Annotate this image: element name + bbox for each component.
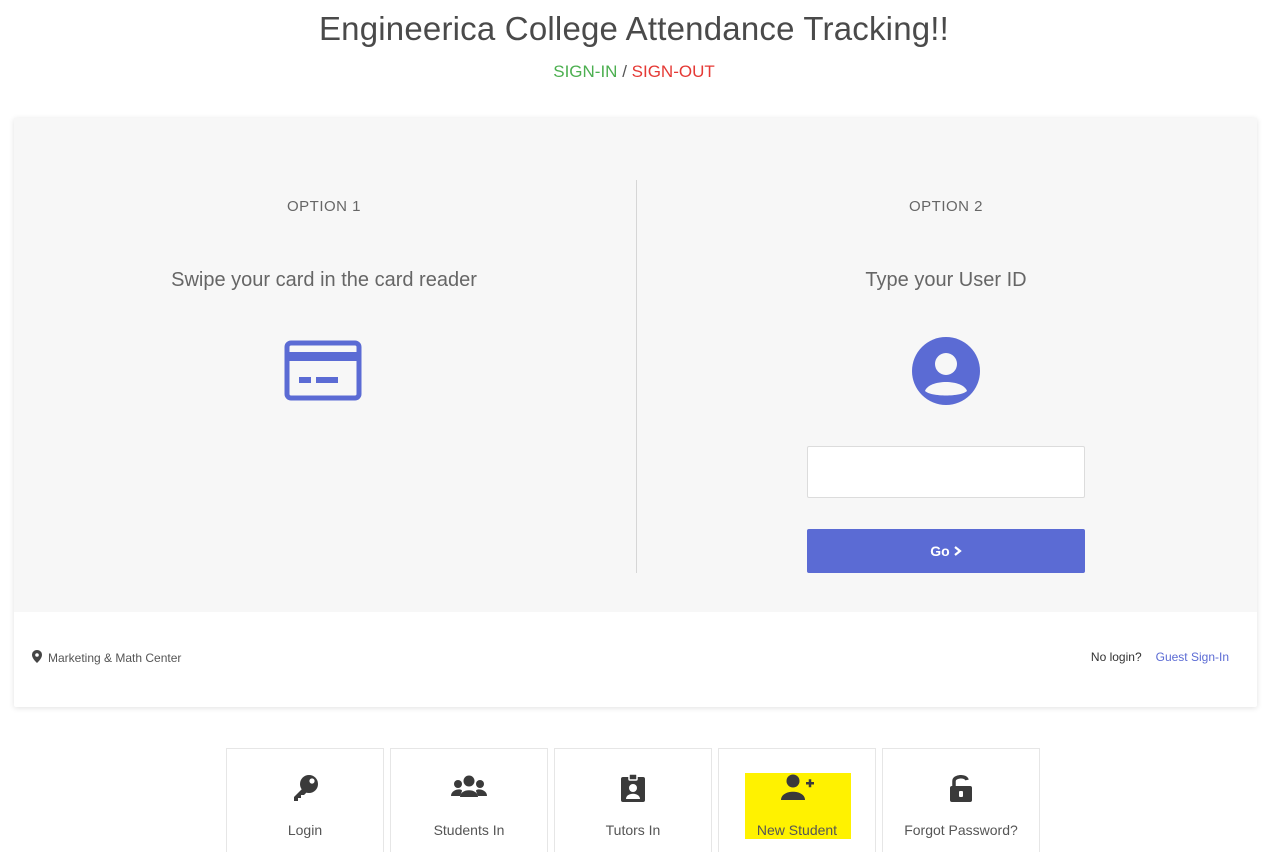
go-button[interactable]: Go: [807, 529, 1085, 573]
page-title: Engineerica College Attendance Tracking!…: [318, 10, 950, 47]
forgot-password-tile[interactable]: Forgot Password?: [882, 748, 1040, 852]
tile-label: New Student: [756, 822, 838, 838]
account-circle-icon: [911, 336, 981, 411]
tile-label: Login: [287, 822, 323, 838]
guest-login: No login? Guest Sign-In: [1091, 650, 1229, 664]
go-button-label: Go: [930, 543, 950, 559]
users-icon: [391, 773, 547, 801]
options-divider: [636, 180, 637, 573]
sign-in-label: SIGN-IN: [553, 62, 618, 81]
option1-label: OPTION 1: [286, 198, 361, 215]
options-area: OPTION 1 Swipe your card in the card rea…: [14, 118, 1257, 612]
sign-in-panel: OPTION 1 Swipe your card in the card rea…: [14, 118, 1257, 707]
id-badge-icon: [555, 773, 711, 803]
new-student-tile[interactable]: New Student: [718, 748, 876, 852]
no-login-text: No login?: [1090, 650, 1142, 664]
key-icon: [227, 773, 383, 803]
chevron-right-icon: [953, 543, 962, 559]
user-id-input[interactable]: [807, 446, 1085, 498]
user-plus-icon: [719, 773, 875, 801]
map-marker-icon: [32, 650, 42, 666]
option1-instruction: Swipe your card in the card reader: [171, 269, 477, 291]
login-tile[interactable]: Login: [226, 748, 384, 852]
sign-separator: /: [617, 62, 632, 81]
tile-label: Forgot Password?: [904, 822, 1018, 838]
tile-label: Students In: [433, 822, 505, 838]
option2-instruction: Type your User ID: [865, 269, 1027, 291]
credit-card-icon: [284, 340, 362, 406]
sign-out-label: SIGN-OUT: [631, 62, 715, 81]
tile-label: Tutors In: [605, 822, 661, 838]
tutors-in-tile[interactable]: Tutors In: [554, 748, 712, 852]
guest-sign-in-link[interactable]: Guest Sign-In: [1156, 650, 1229, 664]
sign-mode-subtitle: SIGN-IN / SIGN-OUT: [0, 62, 1268, 82]
students-in-tile[interactable]: Students In: [390, 748, 548, 852]
action-tiles: Login Students In Tutors In New Student …: [226, 748, 1040, 852]
location: Marketing & Math Center: [32, 650, 181, 666]
unlock-icon: [883, 773, 1039, 803]
option2-label: OPTION 2: [908, 198, 983, 215]
location-name: Marketing & Math Center: [48, 651, 182, 665]
